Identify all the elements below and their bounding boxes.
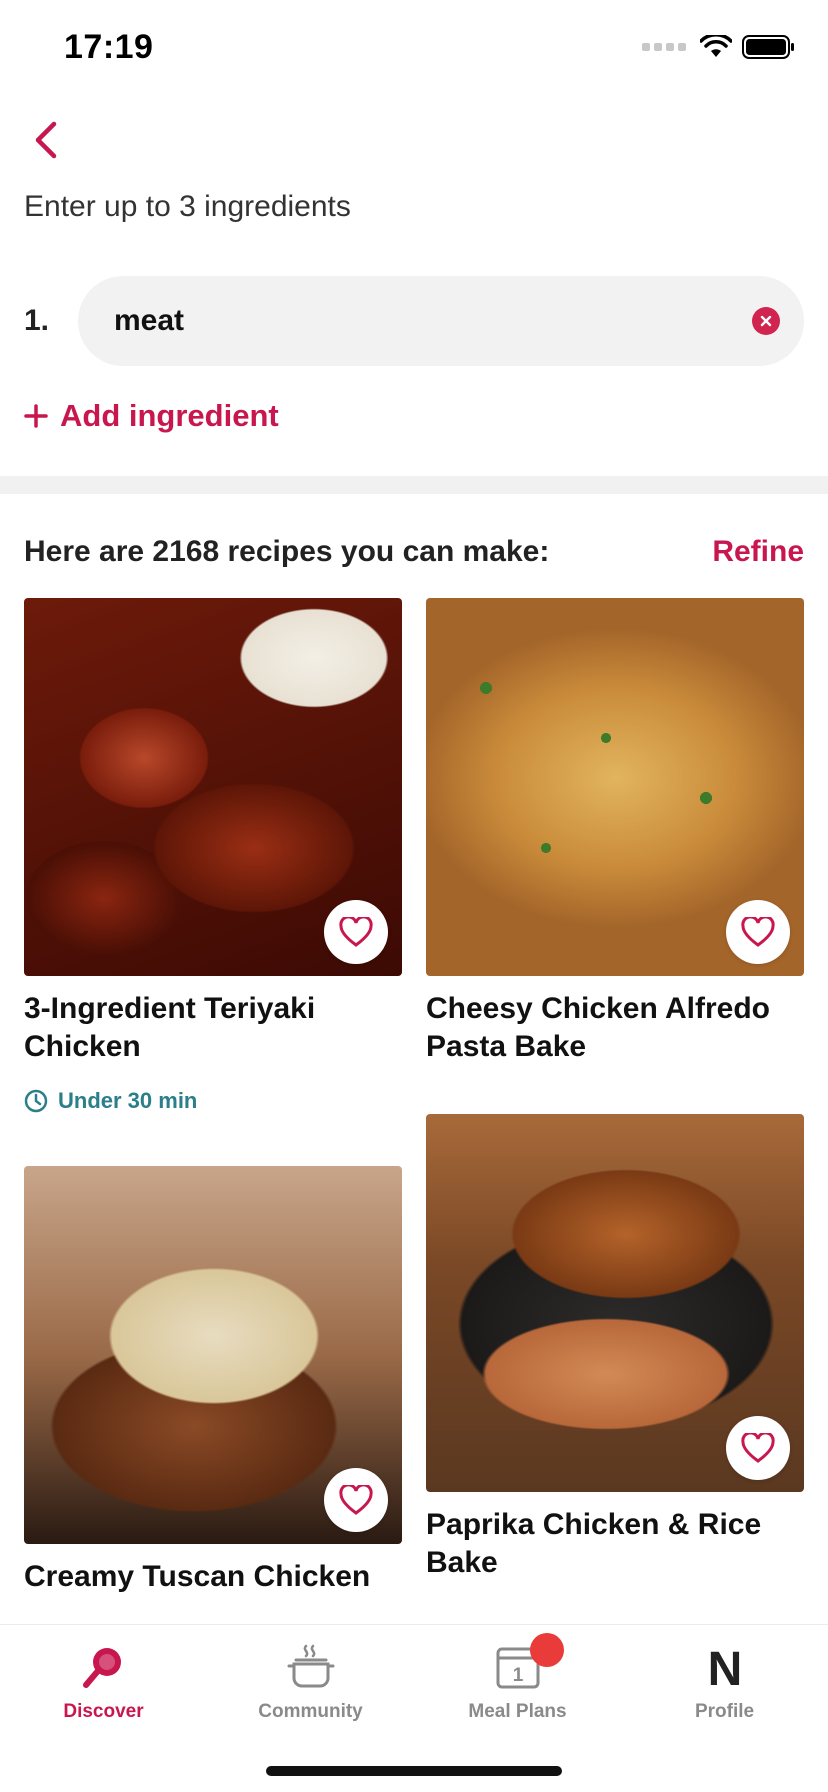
discover-icon bbox=[76, 1639, 132, 1695]
section-divider bbox=[0, 476, 828, 494]
tab-meal-plans[interactable]: 1 Meal Plans bbox=[414, 1633, 621, 1723]
ingredient-number: 1. bbox=[24, 304, 50, 337]
status-icons bbox=[642, 34, 796, 60]
recipe-time-label: Under 30 min bbox=[58, 1088, 198, 1113]
recipe-title[interactable]: Creamy Tuscan Chicken bbox=[24, 1558, 402, 1596]
heart-icon bbox=[339, 917, 373, 947]
recipe-meta: Under 30 min bbox=[24, 1088, 402, 1114]
calendar-day: 1 bbox=[512, 1665, 523, 1686]
recipe-card[interactable]: 3-Ingredient Teriyaki Chicken Under 30 m… bbox=[24, 598, 402, 1114]
ingredient-input[interactable] bbox=[78, 276, 804, 366]
calendar-icon: 1 bbox=[490, 1633, 564, 1695]
heart-icon bbox=[741, 1433, 775, 1463]
chevron-left-icon bbox=[35, 121, 57, 159]
results-count-text: Here are 2168 recipes you can make: bbox=[24, 535, 550, 568]
favorite-button[interactable] bbox=[324, 900, 388, 964]
tab-discover[interactable]: Discover bbox=[0, 1639, 207, 1723]
close-icon bbox=[760, 315, 772, 327]
favorite-button[interactable] bbox=[324, 1468, 388, 1532]
favorite-button[interactable] bbox=[726, 1416, 790, 1480]
recipe-image[interactable] bbox=[24, 598, 402, 976]
recipe-card[interactable]: Creamy Tuscan Chicken bbox=[24, 1166, 402, 1596]
back-button[interactable] bbox=[18, 112, 74, 168]
battery-icon bbox=[742, 35, 794, 59]
home-indicator bbox=[266, 1766, 562, 1776]
ingredient-row: 1. bbox=[24, 276, 804, 366]
recipe-title[interactable]: 3-Ingredient Teriyaki Chicken bbox=[24, 990, 402, 1066]
recipe-card[interactable]: Paprika Chicken & Rice Bake bbox=[426, 1114, 804, 1582]
profile-logo-icon: N bbox=[697, 1639, 753, 1695]
clear-ingredient-button[interactable] bbox=[752, 307, 780, 335]
pot-icon bbox=[283, 1639, 339, 1695]
recipe-card[interactable]: Cheesy Chicken Alfredo Pasta Bake bbox=[426, 598, 804, 1066]
tab-profile[interactable]: N Profile bbox=[621, 1639, 828, 1723]
tab-label: Profile bbox=[694, 1701, 755, 1722]
signal-icon bbox=[642, 43, 686, 51]
clock-icon bbox=[24, 1089, 48, 1113]
add-ingredient-button[interactable]: Add ingredient bbox=[24, 398, 279, 434]
tab-label: Community bbox=[258, 1701, 363, 1722]
recipe-title[interactable]: Cheesy Chicken Alfredo Pasta Bake bbox=[426, 990, 804, 1066]
recipe-image[interactable] bbox=[426, 1114, 804, 1492]
notification-badge bbox=[529, 1633, 564, 1667]
plus-icon bbox=[24, 404, 48, 428]
recipe-image[interactable] bbox=[426, 598, 804, 976]
results-header: Here are 2168 recipes you can make: Refi… bbox=[24, 535, 804, 569]
heart-icon bbox=[339, 1485, 373, 1515]
tab-label: Meal Plans bbox=[468, 1701, 567, 1722]
ingredients-prompt: Enter up to 3 ingredients bbox=[24, 190, 351, 223]
recipe-image[interactable] bbox=[24, 1166, 402, 1544]
recipe-title[interactable]: Paprika Chicken & Rice Bake bbox=[426, 1506, 804, 1582]
heart-icon bbox=[741, 917, 775, 947]
favorite-button[interactable] bbox=[726, 900, 790, 964]
tab-community[interactable]: Community bbox=[207, 1639, 414, 1723]
refine-button[interactable]: Refine bbox=[712, 535, 804, 569]
wifi-icon bbox=[700, 35, 732, 57]
profile-logo-glyph: N bbox=[707, 1643, 742, 1691]
tab-label: Discover bbox=[63, 1701, 144, 1722]
status-time: 17:19 bbox=[64, 28, 154, 66]
status-bar: 17:19 bbox=[0, 0, 828, 100]
add-ingredient-label: Add ingredient bbox=[60, 398, 279, 433]
